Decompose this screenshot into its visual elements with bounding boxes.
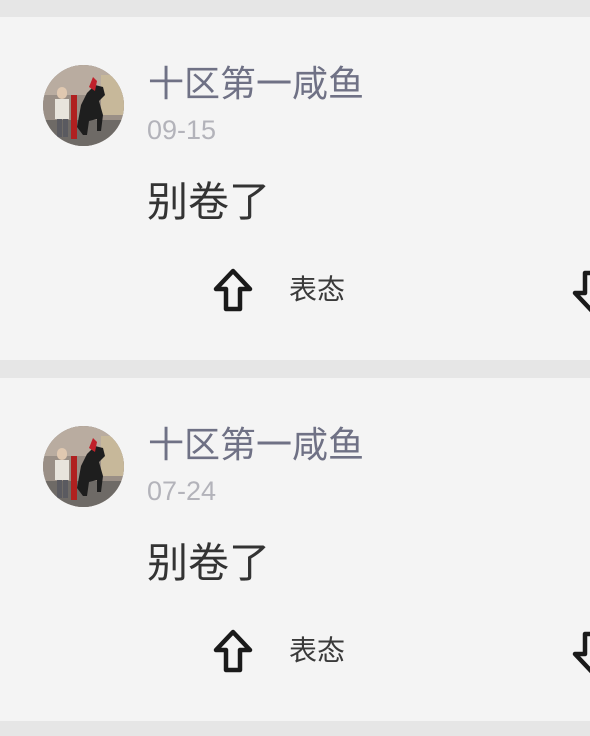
arrow-down-outline-icon	[572, 631, 590, 674]
avatar-photo	[43, 426, 124, 507]
react-button[interactable]: 表态	[289, 633, 345, 669]
avatar[interactable]	[43, 65, 124, 146]
comment-card: 十区第一咸鱼 07-24 别卷了 表态	[0, 378, 590, 721]
arrow-down-outline-icon	[572, 270, 590, 313]
avatar-photo	[43, 65, 124, 146]
comment-date: 09-15	[147, 115, 217, 145]
comment-date: 07-24	[147, 476, 217, 506]
downvote-button[interactable]	[571, 267, 590, 315]
arrow-up-outline-icon	[213, 629, 253, 673]
arrow-up-outline-icon	[213, 268, 253, 312]
comment-text: 别卷了	[147, 539, 270, 587]
downvote-button[interactable]	[571, 628, 590, 676]
upvote-button[interactable]	[212, 267, 254, 315]
react-button[interactable]: 表态	[289, 272, 345, 308]
upvote-button[interactable]	[212, 628, 254, 676]
username[interactable]: 十区第一咸鱼	[148, 61, 364, 109]
comment-card: 十区第一咸鱼 09-15 别卷了 表态	[0, 17, 590, 360]
comment-text: 别卷了	[147, 178, 270, 226]
username[interactable]: 十区第一咸鱼	[148, 422, 364, 470]
avatar[interactable]	[43, 426, 124, 507]
comment-feed: 十区第一咸鱼 09-15 别卷了 表态 十区第一咸鱼 07-24 别卷了 表态	[0, 0, 590, 736]
